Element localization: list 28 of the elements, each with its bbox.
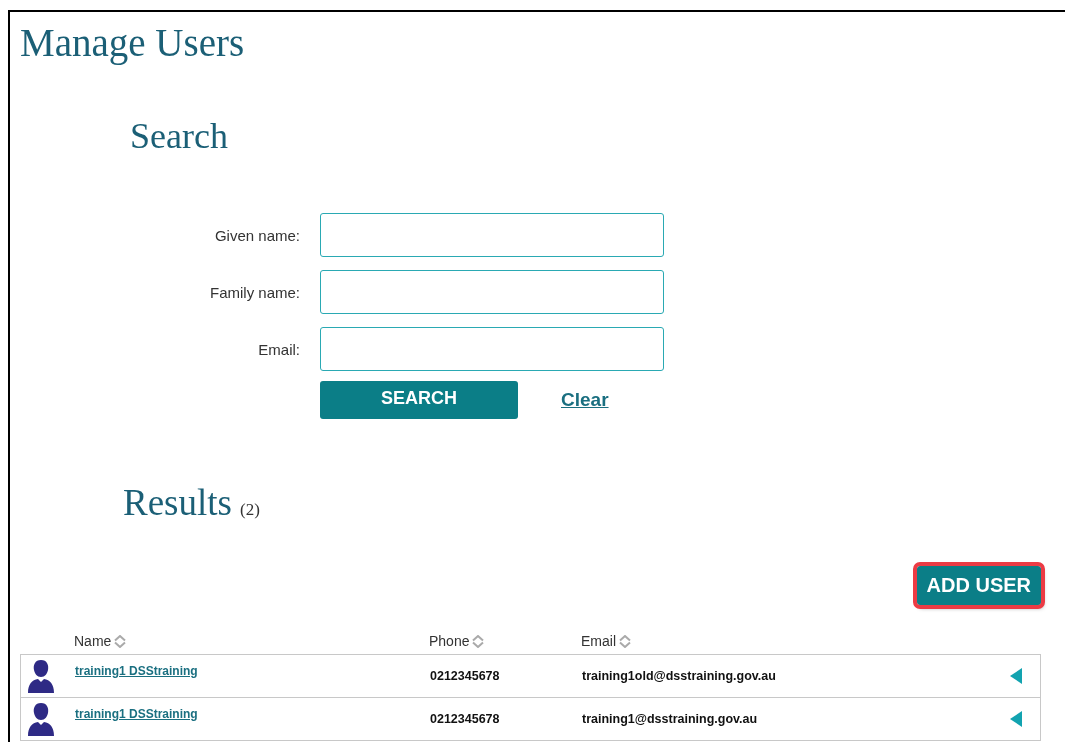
user-name-link[interactable]: training1 DSStraining [75, 707, 430, 721]
user-name-link[interactable]: training1 DSStraining [75, 664, 430, 678]
email-cell-text: training1@dsstraining.gov.au [582, 712, 759, 726]
column-header[interactable]: Phone [429, 633, 470, 649]
column-header[interactable]: Name [74, 633, 112, 649]
search-heading: Search [130, 115, 228, 157]
results-count: (2) [239, 500, 260, 520]
expand-arrow-icon[interactable] [1010, 711, 1022, 727]
clear-link[interactable]: Clear [561, 389, 609, 411]
sort-icon[interactable] [619, 635, 631, 648]
phone-cell-text: 0212345678 [430, 712, 501, 726]
user-silhouette-icon [25, 659, 57, 693]
phone-cell-text: 0212345678 [430, 669, 501, 683]
field-label: Given name: [214, 226, 300, 244]
user-silhouette-icon [25, 702, 57, 736]
column-header[interactable]: Email [581, 633, 616, 649]
sort-icon[interactable] [114, 635, 127, 648]
text-field[interactable] [320, 213, 664, 257]
text-field[interactable] [320, 270, 664, 314]
results-heading: Results [123, 481, 232, 524]
email-cell-text: training1old@dsstraining.gov.au [582, 669, 777, 683]
page-title: Manage Users [20, 20, 245, 65]
field-label: Family name: [209, 283, 300, 301]
search-button[interactable]: SEARCH [320, 381, 518, 419]
expand-arrow-icon[interactable] [1010, 668, 1022, 684]
field-label: Email: [258, 340, 300, 358]
text-field[interactable] [320, 327, 664, 371]
sort-icon[interactable] [472, 635, 485, 648]
